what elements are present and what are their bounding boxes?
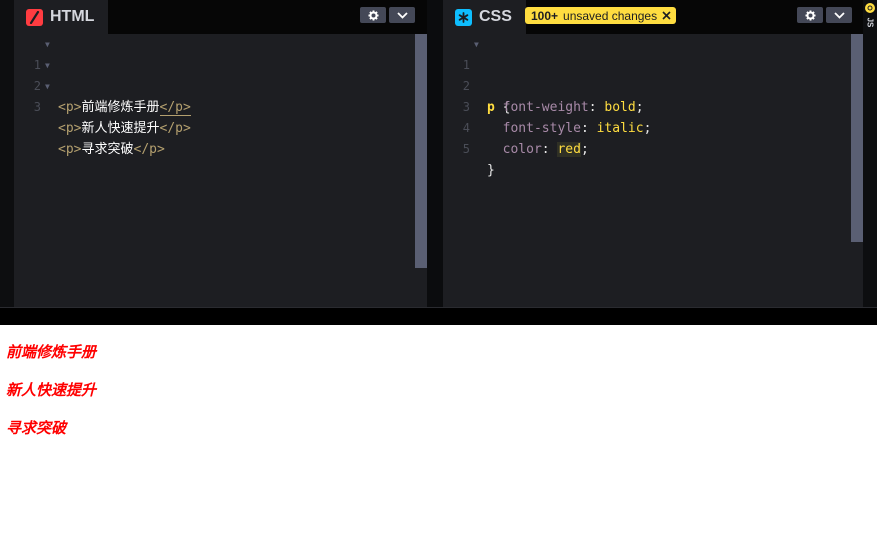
close-tag: </p> bbox=[159, 121, 191, 136]
open-tag: <p> bbox=[58, 142, 82, 157]
close-tag: </p> bbox=[133, 142, 165, 157]
js-pane-collapsed[interactable]: JS bbox=[863, 0, 877, 307]
preview-resize-bar[interactable] bbox=[0, 307, 877, 325]
code-line: 3 ▼ <p>寻求突破</p> bbox=[14, 76, 415, 157]
css-collapse-button[interactable] bbox=[826, 7, 852, 23]
html-code-editor[interactable]: 1 ▼ <p>前端修炼手册</p> 2 ▼ <p>新人快速提升</p> 3 ▼ … bbox=[14, 34, 415, 307]
js-tab-label: JS bbox=[865, 17, 875, 27]
fold-arrow-icon[interactable]: ▼ bbox=[45, 34, 50, 55]
fold-arrow-icon[interactable]: ▼ bbox=[474, 34, 479, 55]
html-scrollbar[interactable] bbox=[415, 34, 427, 268]
chevron-down-icon bbox=[833, 11, 845, 19]
preview-paragraph: 新人快速提升 bbox=[6, 381, 97, 399]
css-scrollbar[interactable] bbox=[851, 34, 863, 242]
unsaved-changes-badge[interactable]: 100+ unsaved changes bbox=[525, 7, 677, 24]
html-slash-icon bbox=[26, 8, 43, 26]
code-line: 5 } bbox=[443, 118, 851, 178]
left-edge-strip bbox=[0, 0, 14, 307]
gear-icon bbox=[804, 9, 816, 21]
close-tag: </p> bbox=[159, 100, 191, 116]
preview-paragraph: 寻求突破 bbox=[6, 419, 67, 437]
tag-text: 新人快速提升 bbox=[81, 121, 160, 136]
html-settings-button[interactable] bbox=[360, 7, 386, 23]
unsaved-count: 100+ bbox=[531, 8, 559, 23]
css-tab[interactable]: CSS bbox=[443, 0, 526, 34]
code-line: 4 color: red; bbox=[443, 97, 851, 157]
fold-arrow-icon[interactable]: ▼ bbox=[45, 55, 50, 76]
gear-icon bbox=[367, 9, 379, 21]
css-pane-header: CSS 100+ unsaved changes bbox=[443, 0, 863, 34]
close-brace: } bbox=[487, 163, 495, 178]
tag-text: 寻求突破 bbox=[81, 142, 134, 157]
html-tab-label: HTML bbox=[50, 8, 95, 25]
html-collapse-button[interactable] bbox=[389, 7, 415, 23]
js-badge-icon bbox=[865, 3, 875, 13]
result-preview: 前端修炼手册 新人快速提升 寻求突破 bbox=[0, 325, 877, 543]
preview-paragraph: 前端修炼手册 bbox=[6, 343, 97, 361]
code-line: 1 ▼ p { bbox=[443, 34, 851, 115]
line-number: 5 bbox=[462, 142, 470, 156]
css-editor-pane: CSS 100+ unsaved changes 1 ▼ p { 2 font-… bbox=[443, 0, 863, 307]
html-pane-header: HTML bbox=[14, 0, 427, 34]
editor-area: HTML 1 ▼ <p>前端修炼手册</p> 2 ▼ <p>新人快速提升</p>… bbox=[0, 0, 877, 325]
unsaved-text: unsaved changes bbox=[563, 8, 658, 23]
css-asterisk-icon bbox=[455, 8, 472, 26]
tag-text: 前端修炼手册 bbox=[81, 100, 160, 115]
css-value: red bbox=[557, 142, 581, 157]
code-line: 2 ▼ <p>新人快速提升</p> bbox=[14, 55, 415, 136]
css-code-editor[interactable]: 1 ▼ p { 2 font-weight: bold; 3 font-styl… bbox=[443, 34, 851, 307]
html-tab[interactable]: HTML bbox=[14, 0, 109, 34]
code-line: 3 font-style: italic; bbox=[443, 76, 851, 136]
css-property: color bbox=[502, 142, 542, 157]
code-line: 1 ▼ <p>前端修炼手册</p> bbox=[14, 34, 415, 116]
html-editor-pane: HTML 1 ▼ <p>前端修炼手册</p> 2 ▼ <p>新人快速提升</p>… bbox=[14, 0, 427, 307]
css-tab-label: CSS bbox=[479, 8, 512, 25]
fold-arrow-icon[interactable]: ▼ bbox=[45, 76, 50, 97]
line-number: 3 bbox=[33, 100, 41, 114]
close-icon[interactable] bbox=[662, 11, 671, 20]
pane-divider[interactable] bbox=[427, 0, 443, 307]
chevron-down-icon bbox=[396, 11, 408, 19]
code-line: 2 font-weight: bold; bbox=[443, 55, 851, 115]
css-settings-button[interactable] bbox=[797, 7, 823, 23]
